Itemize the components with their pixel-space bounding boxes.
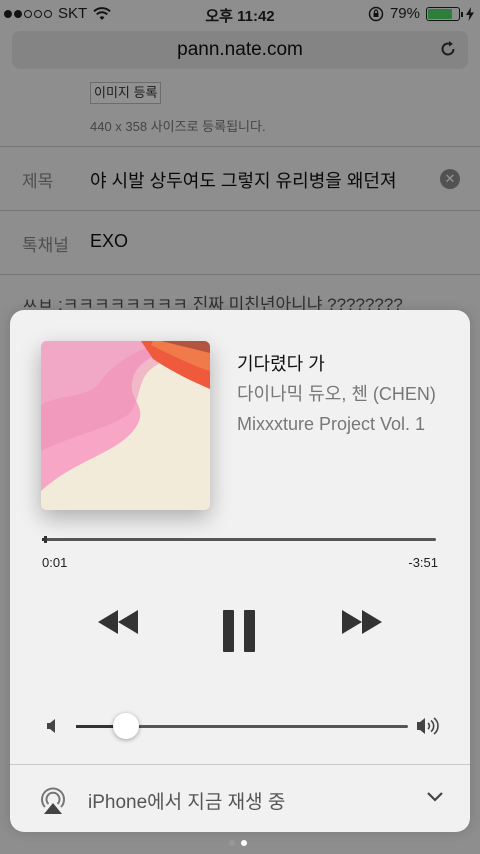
volume-knob[interactable] (112, 713, 139, 739)
pause-icon[interactable] (222, 610, 256, 652)
page-indicator (229, 840, 247, 846)
airplay-icon (41, 787, 65, 814)
airplay-row[interactable]: iPhone에서 지금 재생 중 (10, 764, 470, 832)
chevron-down-icon[interactable] (426, 791, 444, 803)
volume-low-icon (47, 719, 55, 733)
album-artwork-image (41, 341, 210, 510)
volume-high-icon (417, 717, 439, 735)
volume-track[interactable] (76, 713, 408, 739)
page-dot (229, 840, 235, 846)
page-dot-active (241, 840, 247, 846)
now-playing-card: 기다렸다 가 다이나믹 듀오, 첸 (CHEN) Mixxxture Proje… (10, 310, 470, 832)
progress-scrubber[interactable] (42, 536, 436, 543)
elapsed-time: 0:01 (42, 555, 68, 570)
bottom-toolbar (0, 830, 480, 854)
album-name: Mixxxture Project Vol. 1 (237, 414, 426, 434)
song-title: 기다렸다 가 (237, 354, 325, 374)
rewind-icon[interactable] (96, 608, 140, 636)
remaining-time: -3:51 (408, 555, 438, 570)
progress-knob[interactable] (43, 536, 47, 543)
fast-forward-icon[interactable] (340, 608, 384, 636)
album-artwork (41, 341, 210, 510)
airplay-label: iPhone에서 지금 재생 중 (88, 792, 286, 813)
artist-name: 다이나믹 듀오, 첸 (CHEN) (237, 384, 436, 404)
volume-slider[interactable] (46, 712, 440, 742)
track-info: 기다렸다 가 다이나믹 듀오, 첸 (CHEN) Mixxxture Proje… (237, 352, 452, 438)
